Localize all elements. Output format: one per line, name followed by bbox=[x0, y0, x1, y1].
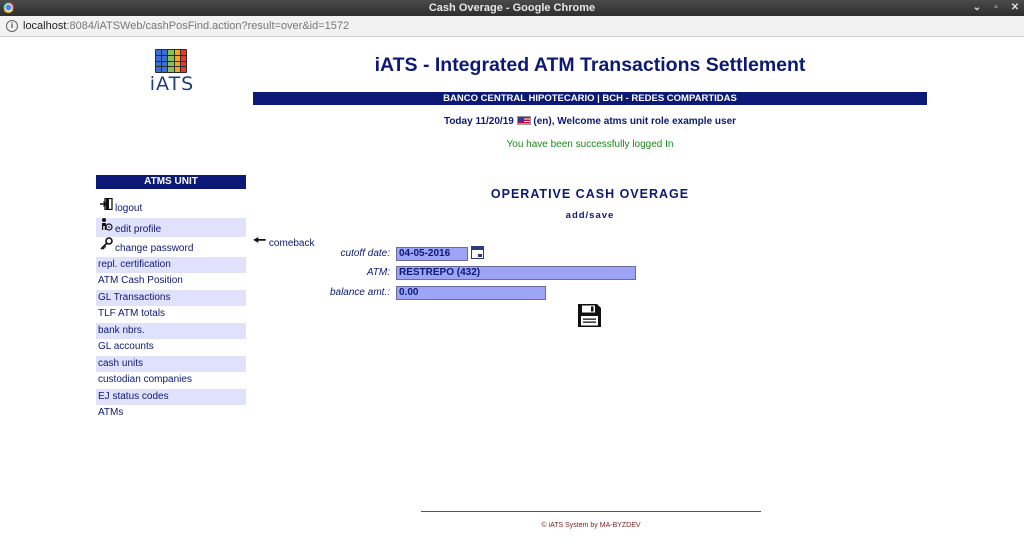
save-icon[interactable] bbox=[577, 303, 602, 328]
maximize-button[interactable]: ▫ bbox=[991, 0, 1001, 16]
sidebar-item-tlf-atm-totals[interactable]: TLF ATM totals bbox=[96, 306, 246, 323]
balance-amount-label: balance amt.: bbox=[329, 287, 390, 298]
welcome-date: Today 11/20/19 bbox=[443, 116, 514, 127]
login-success-message: You have been successfully logged In bbox=[506, 139, 674, 150]
sidebar-heading: ATMS UNIT bbox=[96, 175, 246, 189]
sidebar-item-gl-accounts[interactable]: GL accounts bbox=[96, 339, 246, 356]
calendar-icon[interactable] bbox=[471, 246, 484, 259]
cutoff-date-label: cutoff date: bbox=[340, 248, 390, 259]
close-button[interactable]: ✕ bbox=[1010, 0, 1020, 16]
sidebar-item-custodian-companies[interactable]: custodian companies bbox=[96, 372, 246, 389]
sidebar-item-gl-transactions[interactable]: GL Transactions bbox=[96, 289, 246, 306]
window-title: Cash Overage - Google Chrome bbox=[428, 2, 596, 14]
sidebar-item-cash-units[interactable]: cash units bbox=[96, 355, 246, 372]
sidebar-item-bank-nbrs[interactable]: bank nbrs. bbox=[96, 322, 246, 339]
window-titlebar: Cash Overage - Google Chrome ⌄ ▫ ✕ bbox=[0, 0, 1024, 16]
sidebar-item-atms[interactable]: ATMs bbox=[96, 405, 246, 422]
sidebar-item-atm-cash-position[interactable]: ATM Cash Position bbox=[96, 273, 246, 290]
balance-amount-input[interactable]: 0.00 bbox=[396, 286, 546, 300]
edit-profile-icon bbox=[100, 217, 113, 234]
sidebar-item-label: change password bbox=[115, 243, 194, 254]
sidebar-item-label: edit profile bbox=[115, 223, 162, 235]
sidebar-item-change-password[interactable]: change password bbox=[96, 237, 246, 257]
sidebar-item-logout[interactable]: logout bbox=[96, 197, 246, 218]
footer-text: © iATS System by MA-BYZDEV bbox=[541, 522, 641, 529]
sidebar-item-repl-certification[interactable]: repl. certification bbox=[96, 256, 246, 273]
us-flag-icon[interactable] bbox=[516, 116, 531, 125]
logo-grid-icon bbox=[155, 49, 187, 73]
site-info-icon[interactable]: i bbox=[6, 20, 18, 32]
atm-input[interactable]: RESTREPO (432) bbox=[396, 266, 636, 280]
logo-text: iATS bbox=[149, 73, 195, 95]
app-title: iATS - Integrated ATM Transactions Settl… bbox=[374, 54, 806, 76]
cutoff-date-input[interactable]: 04-05-2016 bbox=[396, 247, 468, 261]
chrome-icon bbox=[3, 2, 14, 13]
welcome-line: Today 11/20/19 (en), Welcome atms unit r… bbox=[253, 116, 927, 127]
footer-divider bbox=[421, 511, 761, 512]
form-subtitle: add/save bbox=[565, 210, 615, 221]
atm-label: ATM: bbox=[366, 267, 390, 278]
form-title: OPERATIVE CASH OVERAGE bbox=[490, 187, 690, 201]
sidebar-item-edit-profile[interactable]: edit profile bbox=[96, 217, 246, 237]
window-controls: ⌄ ▫ ✕ bbox=[972, 0, 1020, 16]
back-arrow-icon: 🠔 bbox=[253, 232, 267, 249]
minimize-button[interactable]: ⌄ bbox=[972, 0, 982, 16]
logout-icon bbox=[100, 197, 113, 213]
iats-logo: iATS bbox=[147, 47, 197, 95]
bank-banner: BANCO CENTRAL HIPOTECARIO | BCH - REDES … bbox=[253, 92, 927, 105]
key-icon bbox=[100, 237, 113, 253]
url-text[interactable]: localhost:8084/iATSWeb/cashPosFind.actio… bbox=[23, 16, 349, 36]
sidebar-item-label: logout bbox=[115, 203, 143, 214]
welcome-text: (en), Welcome atms unit role example use… bbox=[533, 116, 737, 127]
sidebar-menu: logout edit profile change password repl… bbox=[96, 197, 246, 422]
sidebar-item-ej-status-codes[interactable]: EJ status codes bbox=[96, 388, 246, 405]
address-bar[interactable]: i localhost:8084/iATSWeb/cashPosFind.act… bbox=[0, 16, 1024, 37]
